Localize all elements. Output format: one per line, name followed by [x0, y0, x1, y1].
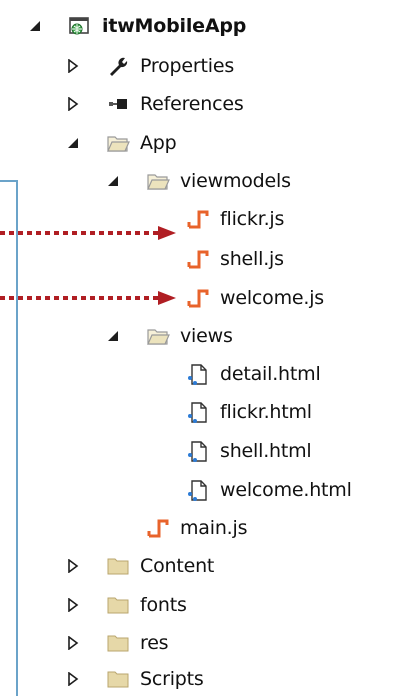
tree-item-flickr-js[interactable]: flickr.js	[186, 201, 284, 237]
tree-item-references[interactable]: References	[68, 86, 244, 122]
tree-item-label: welcome.js	[220, 287, 324, 309]
tree-item-label: welcome.html	[220, 479, 352, 501]
collapsed-arrow-icon[interactable]	[66, 59, 80, 73]
collapsed-arrow-icon[interactable]	[66, 672, 80, 686]
folder-closed-icon	[107, 597, 129, 614]
tree-item-label: Content	[140, 555, 215, 577]
folder-closed-icon	[107, 558, 129, 575]
collapsed-arrow-icon[interactable]	[66, 636, 80, 650]
tree-item-app[interactable]: App	[68, 125, 177, 161]
expanded-arrow-icon[interactable]	[106, 329, 120, 343]
tree-item-label: fonts	[140, 594, 187, 616]
tree-item-fonts[interactable]: fonts	[68, 587, 187, 623]
tree-item-label: Scripts	[140, 668, 204, 690]
collapsed-arrow-icon[interactable]	[66, 559, 80, 573]
js-file-icon	[187, 250, 209, 269]
expanded-arrow-icon[interactable]	[106, 174, 120, 188]
expanded-arrow-icon[interactable]	[28, 19, 42, 33]
tree-item-welcome-html[interactable]: welcome.html	[186, 472, 352, 508]
html-file-icon	[188, 480, 207, 501]
tree-item-label: flickr.html	[220, 401, 312, 423]
collapsed-arrow-icon[interactable]	[66, 97, 80, 111]
collapsed-arrow-icon[interactable]	[66, 598, 80, 612]
tree-item-label: Properties	[140, 55, 235, 77]
js-file-icon	[187, 210, 209, 229]
tree-item-shell-js[interactable]: shell.js	[186, 241, 284, 277]
tree-item-label: main.js	[180, 517, 248, 539]
tree-item-label: views	[180, 325, 233, 347]
tree-item-label: shell.html	[220, 440, 312, 462]
tree-item-properties[interactable]: Properties	[68, 48, 235, 84]
tree-item-main-js[interactable]: main.js	[146, 510, 247, 546]
tree-item-views[interactable]: views	[108, 318, 233, 354]
folder-open-icon	[147, 329, 170, 345]
annotation-arrow-flickr-js	[0, 226, 176, 240]
tree-item-content[interactable]: Content	[68, 548, 215, 584]
tree-item-label: res	[140, 632, 169, 654]
tree-item-label: References	[140, 93, 244, 115]
tree-item-detail-html[interactable]: detail.html	[186, 356, 321, 392]
panel-border-left	[16, 180, 18, 696]
folder-closed-icon	[107, 671, 129, 688]
tree-item-label: flickr.js	[220, 208, 285, 230]
web-project-icon	[69, 17, 89, 35]
annotation-arrow-welcome-js	[0, 291, 176, 305]
tree-item-label: shell.js	[220, 248, 284, 270]
tree-item-res[interactable]: res	[68, 625, 169, 661]
tree-item-welcome-js[interactable]: welcome.js	[186, 280, 324, 316]
tree-item-flickr-html[interactable]: flickr.html	[186, 394, 312, 430]
html-file-icon	[188, 364, 207, 385]
references-icon	[109, 99, 127, 109]
tree-item-label: App	[140, 132, 177, 154]
tree-item-scripts[interactable]: Scripts	[68, 661, 204, 697]
tree-item-shell-html[interactable]: shell.html	[186, 433, 312, 469]
expanded-arrow-icon[interactable]	[66, 136, 80, 150]
js-file-icon	[187, 289, 209, 308]
tree-item-label: detail.html	[220, 363, 321, 385]
tree-item-viewmodels[interactable]: viewmodels	[108, 163, 291, 199]
tree-item-label: viewmodels	[180, 170, 291, 192]
folder-open-icon	[147, 174, 170, 190]
tree-item-project[interactable]: itwMobileApp	[30, 8, 247, 44]
folder-closed-icon	[107, 635, 129, 652]
wrench-icon	[110, 57, 128, 76]
js-file-icon	[147, 519, 169, 538]
html-file-icon	[188, 441, 207, 462]
html-file-icon	[188, 402, 207, 423]
folder-open-icon	[107, 136, 130, 152]
project-label: itwMobileApp	[102, 15, 247, 37]
